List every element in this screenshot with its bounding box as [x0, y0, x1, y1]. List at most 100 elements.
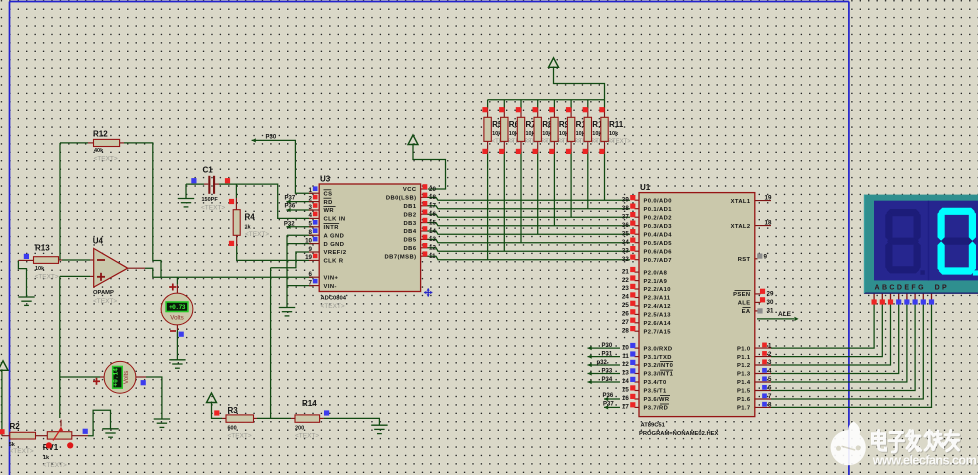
svg-text:26: 26 — [622, 311, 629, 318]
svg-text:5: 5 — [768, 376, 772, 383]
svg-text:P1.3: P1.3 — [737, 372, 751, 378]
svg-text:P1.7: P1.7 — [737, 406, 751, 412]
svg-text:8: 8 — [768, 402, 772, 409]
svg-text:+0.73: +0.73 — [169, 304, 186, 311]
svg-text:DB5: DB5 — [404, 238, 417, 244]
svg-text:P30: P30 — [266, 135, 277, 141]
svg-text:P3.4/T0: P3.4/T0 — [644, 380, 667, 386]
svg-text:16: 16 — [622, 395, 629, 402]
svg-text:OPAMP: OPAMP — [93, 290, 114, 296]
svg-text:P0.5/AD5: P0.5/AD5 — [644, 241, 673, 247]
svg-text:P1.0: P1.0 — [737, 346, 751, 352]
svg-text:18: 18 — [429, 194, 436, 201]
svg-text:DB2: DB2 — [404, 212, 417, 218]
svg-text:38: 38 — [622, 205, 629, 212]
svg-text:P0.1/AD1: P0.1/AD1 — [644, 207, 673, 213]
svg-text:29: 29 — [767, 291, 774, 298]
svg-text:P31: P31 — [602, 351, 613, 357]
svg-text:P2.2/A10: P2.2/A10 — [644, 287, 671, 293]
svg-text:CLK R: CLK R — [324, 259, 344, 265]
svg-text:VIN+: VIN+ — [324, 275, 339, 281]
svg-text:9: 9 — [764, 253, 768, 260]
svg-text:ALE: ALE — [738, 301, 751, 307]
svg-text:<TEXT>: <TEXT> — [321, 303, 345, 310]
svg-text:P36: P36 — [285, 204, 296, 210]
svg-text:Volts: Volts — [170, 314, 183, 321]
svg-text:37: 37 — [622, 213, 629, 220]
svg-text:200: 200 — [295, 425, 304, 431]
svg-text:XTAL2: XTAL2 — [731, 224, 751, 230]
svg-text:1: 1 — [768, 342, 772, 349]
svg-text:<TEXT>: <TEXT> — [43, 462, 67, 469]
svg-text:33: 33 — [622, 247, 629, 254]
svg-text:U4: U4 — [93, 237, 104, 246]
svg-text:11: 11 — [622, 353, 629, 360]
svg-text:P1.4: P1.4 — [737, 380, 751, 386]
svg-text:25: 25 — [622, 302, 629, 309]
svg-text:14: 14 — [429, 228, 436, 235]
svg-text:ADC0804: ADC0804 — [321, 296, 347, 302]
svg-text:DB7(MSB): DB7(MSB) — [385, 254, 417, 260]
svg-text:P2.6/A14: P2.6/A14 — [644, 321, 672, 327]
svg-text:P30: P30 — [602, 343, 613, 349]
svg-text:18: 18 — [765, 219, 772, 226]
svg-text:<TEXT>: <TEXT> — [609, 139, 632, 145]
svg-text:9: 9 — [309, 246, 313, 253]
svg-text:3: 3 — [768, 359, 772, 366]
svg-text:P3.3/INT1: P3.3/INT1 — [644, 372, 674, 378]
svg-text:R11: R11 — [609, 120, 624, 129]
svg-text:P0.2/AD2: P0.2/AD2 — [644, 215, 672, 221]
svg-text:<TEXT>: <TEXT> — [94, 156, 118, 163]
svg-text:P0.0/AD0: P0.0/AD0 — [644, 198, 672, 204]
svg-text:PROGRAM=NONAME02.HEX: PROGRAM=NONAME02.HEX — [639, 431, 719, 437]
svg-text:24: 24 — [622, 294, 629, 301]
svg-text:ALE: ALE — [778, 311, 792, 318]
svg-text:U1: U1 — [640, 183, 651, 192]
svg-text:10k: 10k — [35, 266, 45, 272]
svg-text:DB6: DB6 — [404, 246, 417, 252]
svg-text:R14: R14 — [302, 399, 317, 408]
svg-text:P3.5/T1: P3.5/T1 — [644, 389, 667, 395]
svg-text:D GND: D GND — [324, 242, 345, 248]
svg-text:U3: U3 — [320, 174, 331, 183]
svg-text:12: 12 — [429, 245, 436, 252]
svg-text:8: 8 — [309, 229, 313, 236]
svg-text:<TEXT>: <TEXT> — [10, 448, 34, 455]
svg-text:CLK IN: CLK IN — [324, 217, 346, 223]
svg-text:4: 4 — [768, 368, 772, 375]
svg-text:P3.6/WR: P3.6/WR — [644, 397, 670, 403]
svg-text:7: 7 — [309, 279, 313, 286]
svg-text:35: 35 — [622, 230, 629, 237]
svg-text:WR: WR — [324, 208, 335, 214]
svg-text:19: 19 — [765, 194, 772, 201]
svg-text:40k: 40k — [94, 148, 104, 154]
svg-text:DB4: DB4 — [404, 229, 417, 235]
svg-text:1k: 1k — [245, 225, 252, 231]
svg-text:P3.7/RD: P3.7/RD — [644, 406, 669, 412]
svg-text:10: 10 — [622, 344, 629, 351]
svg-text:3: 3 — [309, 204, 313, 211]
svg-text:1k: 1k — [43, 455, 50, 461]
svg-text:PSEN: PSEN — [733, 292, 750, 298]
svg-text:VREF/2: VREF/2 — [324, 250, 347, 256]
svg-text:22: 22 — [622, 277, 629, 284]
svg-text:DB1: DB1 — [404, 204, 417, 210]
svg-text:R4: R4 — [245, 213, 256, 222]
svg-text:39: 39 — [622, 196, 629, 203]
svg-text:DB3: DB3 — [404, 221, 417, 227]
svg-text:6: 6 — [768, 385, 772, 392]
svg-text:P2.5/A13: P2.5/A13 — [644, 313, 672, 319]
svg-text:<TEXT>: <TEXT> — [35, 273, 59, 280]
svg-text:15: 15 — [622, 387, 629, 394]
svg-text:P32: P32 — [284, 222, 295, 228]
svg-text:13: 13 — [622, 370, 629, 377]
svg-text:36: 36 — [622, 222, 629, 229]
svg-text:P3.1/TXD: P3.1/TXD — [644, 355, 672, 361]
svg-text:<TEXT>: <TEXT> — [228, 432, 252, 439]
svg-text:P0.4/AD4: P0.4/AD4 — [644, 232, 673, 238]
svg-text:RD: RD — [324, 200, 333, 206]
svg-text:XTAL1: XTAL1 — [731, 199, 751, 205]
svg-text:P0.7/AD7: P0.7/AD7 — [644, 258, 672, 264]
svg-text:600: 600 — [228, 425, 237, 431]
svg-text:P0.6/AD6: P0.6/AD6 — [644, 249, 673, 255]
